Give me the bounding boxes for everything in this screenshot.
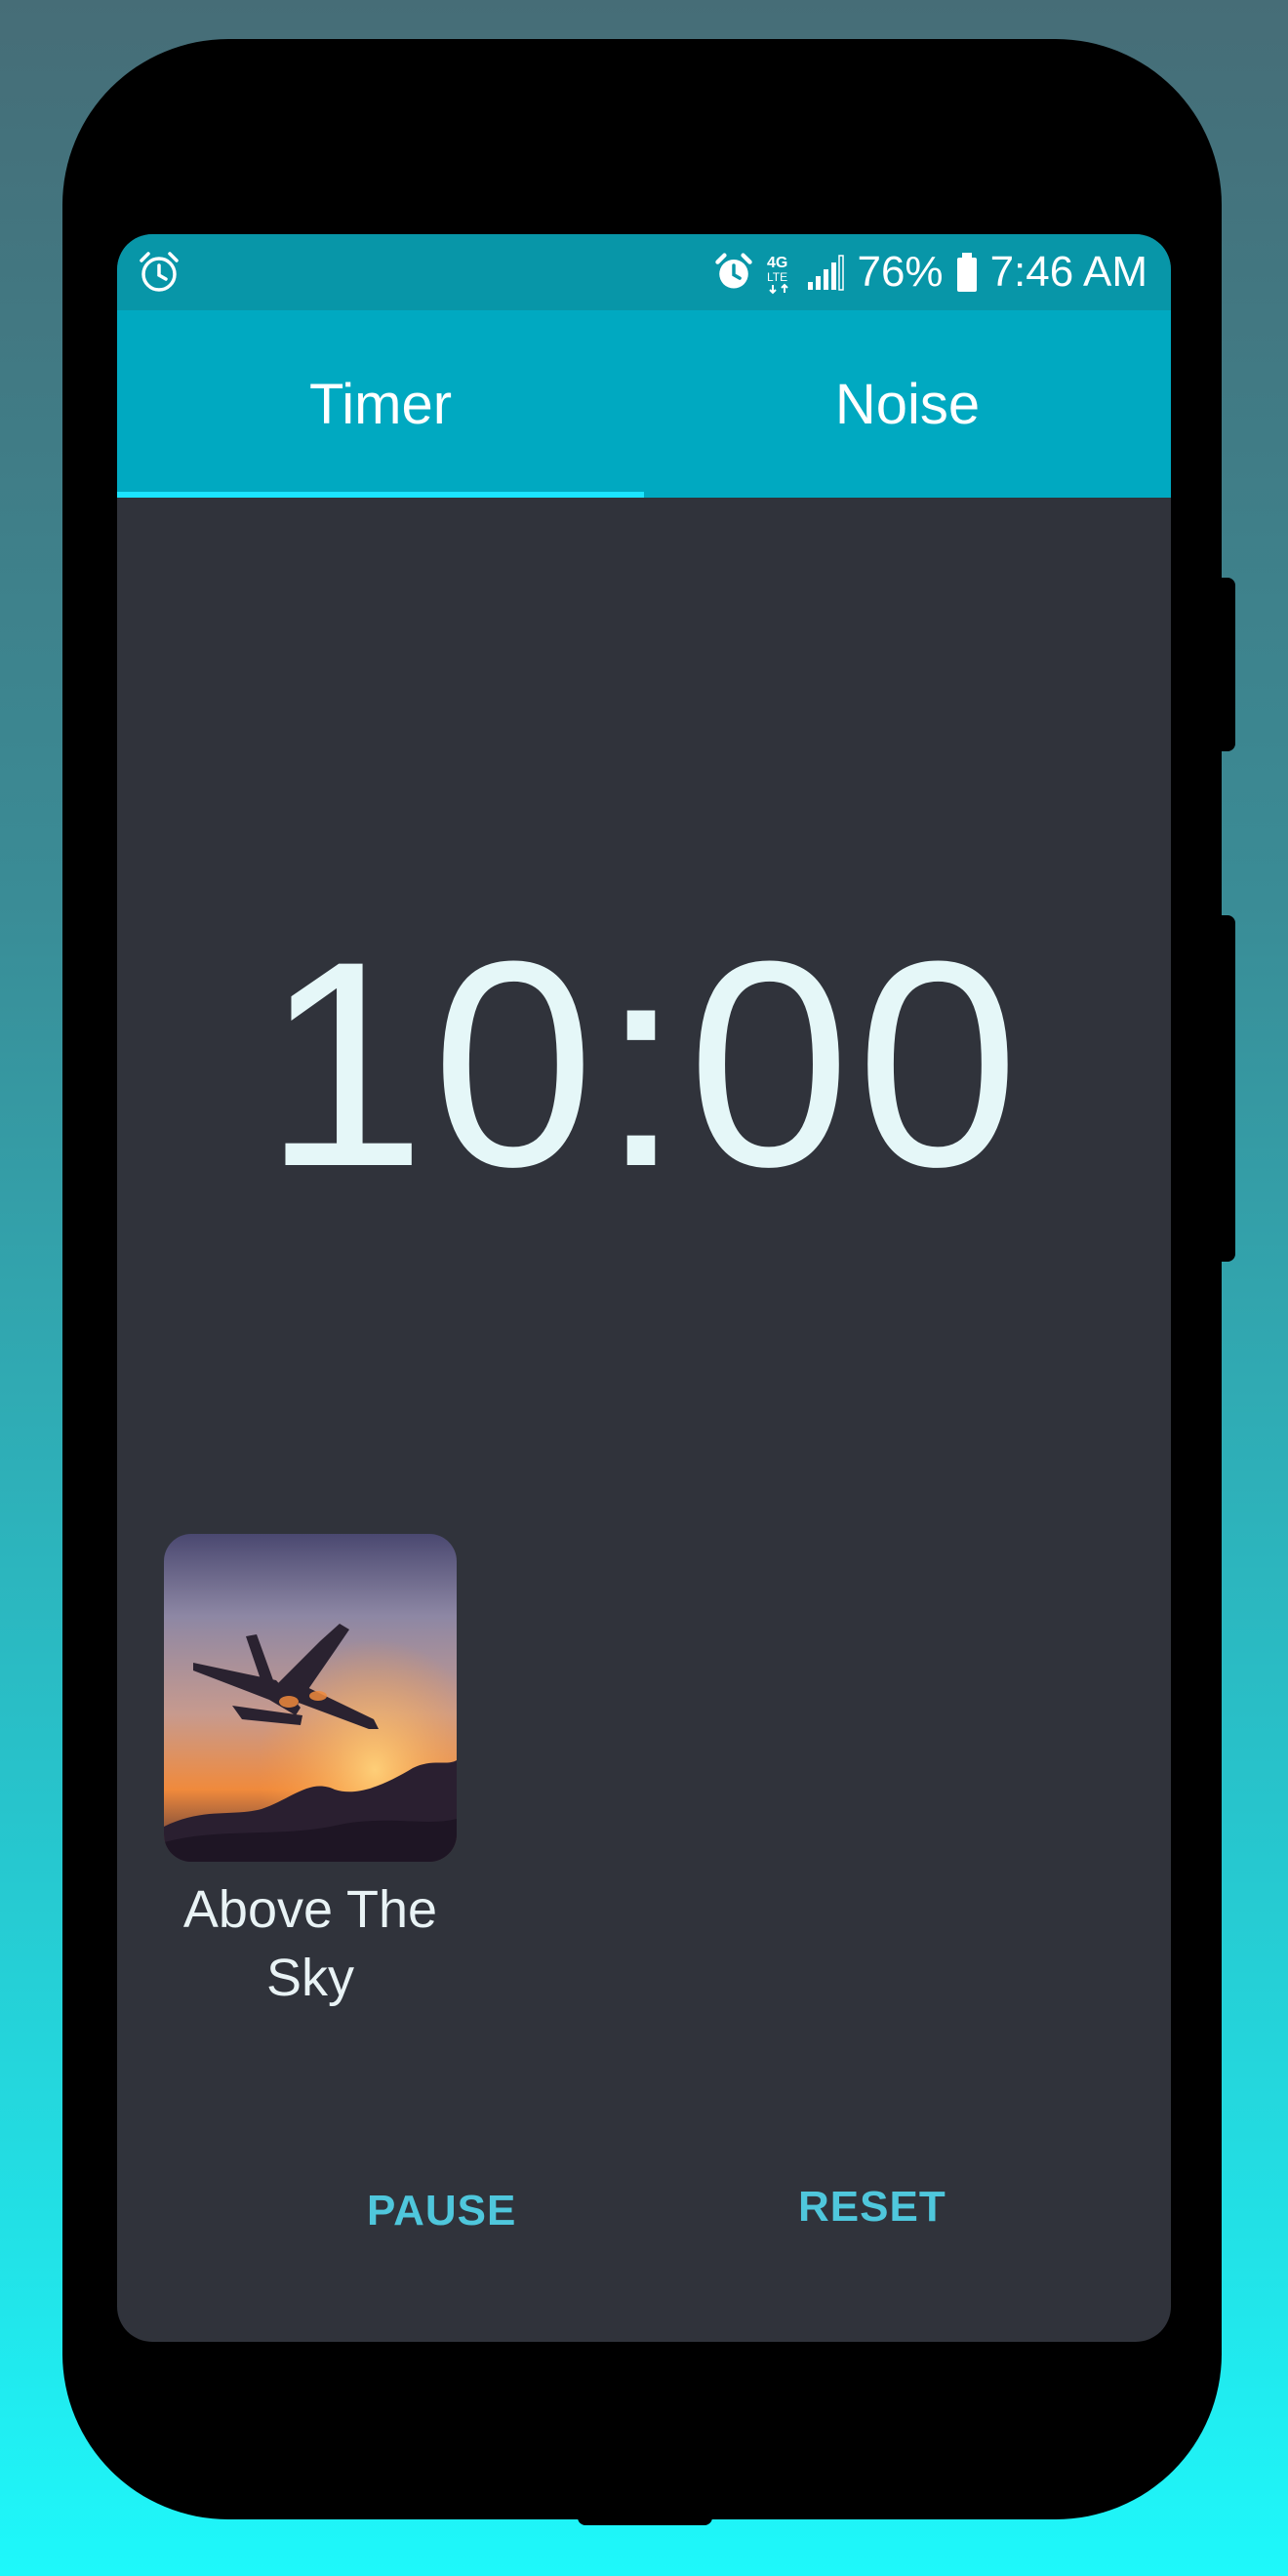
network-type-icon: 4G LTE <box>767 255 789 295</box>
battery-percent: 76% <box>857 248 944 296</box>
tab-noise-label: Noise <box>834 372 981 436</box>
status-bar: 4G LTE 76% 7:46 AM <box>117 234 1171 310</box>
alarm-set-icon <box>715 253 753 289</box>
svg-text:4G: 4G <box>767 255 787 271</box>
tab-noise[interactable]: Noise <box>644 310 1171 498</box>
tab-selected-indicator <box>117 492 644 498</box>
signal-strength-icon <box>808 255 845 291</box>
volume-button <box>1220 578 1235 751</box>
battery-icon <box>956 253 977 292</box>
timer-countdown: 10:00 <box>262 900 1026 1228</box>
tab-timer[interactable]: Timer <box>117 310 644 498</box>
pause-button[interactable]: PAUSE <box>361 2186 522 2236</box>
clock-time: 7:46 AM <box>989 248 1147 296</box>
power-button <box>1220 915 1235 1262</box>
alarm-clock-icon <box>140 252 179 292</box>
status-indicators: 4G LTE 76% 7:46 AM <box>714 234 1147 310</box>
sound-title: Above The Sky <box>182 1880 438 2007</box>
sound-card-above-the-sky[interactable]: Above The Sky <box>164 1534 457 2012</box>
tab-bar: Timer Noise <box>117 310 1171 498</box>
svg-text:LTE: LTE <box>767 270 787 284</box>
phone-bottom-notch <box>578 2516 712 2525</box>
app-screen: 4G LTE 76% 7:46 AM Timer Noise 10:00 Abo… <box>117 234 1171 2342</box>
tab-timer-label: Timer <box>308 372 453 436</box>
reset-button[interactable]: RESET <box>792 2182 952 2233</box>
airplane-sunset-thumbnail <box>164 1534 457 1862</box>
